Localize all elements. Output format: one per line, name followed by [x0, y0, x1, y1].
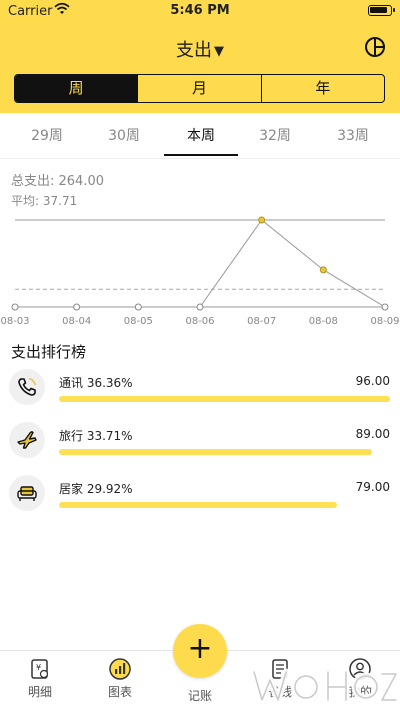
- x-tick-label: 08-08: [309, 316, 338, 327]
- tab-details-label: 明细: [27, 685, 52, 699]
- ranking-item-amount: 79.00: [355, 480, 390, 494]
- chart-panel: 总支出: 264.00 平均: 37.71 08-03 08-04 08-05 08-…: [0, 159, 400, 331]
- tab-week-32[interactable]: 32周: [238, 125, 312, 145]
- add-record-button[interactable]: +: [173, 624, 227, 678]
- page-title[interactable]: 支出 ▼: [0, 36, 400, 62]
- segment-week[interactable]: 周: [15, 75, 139, 102]
- chevron-down-icon: ▼: [214, 44, 224, 59]
- sofa-icon: [9, 475, 45, 511]
- period-segmented-control: 周 月 年: [14, 74, 385, 103]
- data-point: [11, 303, 19, 311]
- plus-icon: +: [187, 631, 213, 666]
- x-tick-label: 08-03: [0, 316, 29, 327]
- svg-text:¥: ¥: [36, 663, 41, 672]
- week-tabs: 29周 30周 本周 32周 33周: [0, 113, 400, 159]
- ranking-item-label: 居家 29.92%: [59, 482, 133, 496]
- ranking-item[interactable]: 旅行 33.71% 89.00: [0, 422, 400, 468]
- ranking-item-bar: [59, 396, 390, 402]
- x-tick-label: 08-05: [124, 316, 153, 327]
- ranking-title: 支出排行榜: [11, 343, 87, 361]
- x-tick-label: 08-06: [185, 316, 214, 327]
- phone-icon: [9, 369, 45, 405]
- ranking-panel: 支出排行榜 通讯 36.36% 96.00 旅行 33.71% 89.00 居家…: [0, 331, 400, 650]
- ranking-item-label: 通讯 36.36%: [59, 376, 133, 390]
- ranking-item-bar: [59, 449, 372, 455]
- expense-line-chart: 08-03 08-04 08-05 08-06 08-07 08-08 08-09: [0, 216, 400, 327]
- data-point: [319, 266, 327, 274]
- data-point: [134, 303, 142, 311]
- ranking-item-amount: 89.00: [355, 427, 390, 441]
- tab-details[interactable]: ¥ 明细: [10, 657, 70, 700]
- x-tick-label: 08-04: [62, 316, 91, 327]
- tab-week-30[interactable]: 30周: [87, 125, 161, 145]
- active-tab-indicator: [164, 154, 238, 156]
- segment-month[interactable]: 月: [138, 75, 262, 102]
- series-line: [15, 219, 386, 308]
- clock: 5:46 PM: [170, 3, 230, 18]
- ranking-item[interactable]: 通讯 36.36% 96.00: [0, 369, 400, 415]
- chart-icon: [109, 658, 131, 680]
- data-point: [196, 303, 204, 311]
- tab-record-label: 记账: [187, 689, 212, 703]
- data-point: [381, 303, 389, 311]
- tab-this-week[interactable]: 本周: [164, 125, 238, 145]
- x-tick-label: 08-09: [370, 316, 399, 327]
- data-point: [73, 303, 81, 311]
- tab-charts[interactable]: 图表: [90, 657, 150, 700]
- ranking-item[interactable]: 居家 29.92% 79.00: [0, 475, 400, 521]
- page-title-label: 支出: [176, 40, 212, 61]
- top-header: Carrier 5:46 PM 支出 ▼ 周 月 年: [0, 0, 400, 113]
- x-tick-label: 08-07: [247, 316, 276, 327]
- tab-charts-label: 图表: [107, 685, 132, 699]
- battery-icon: [368, 5, 395, 16]
- tab-week-33[interactable]: 33周: [316, 125, 390, 145]
- watermark-logo: [250, 668, 398, 704]
- ranking-item-bar: [59, 502, 337, 508]
- data-point: [258, 216, 266, 224]
- airplane-icon: [9, 422, 45, 458]
- tab-week-29[interactable]: 29周: [10, 125, 84, 145]
- ranking-item-label: 旅行 33.71%: [59, 429, 133, 443]
- ledger-icon: ¥: [31, 659, 49, 679]
- pie-chart-icon[interactable]: [364, 36, 386, 58]
- ranking-item-amount: 96.00: [355, 374, 390, 388]
- segment-year[interactable]: 年: [262, 75, 384, 102]
- status-bar: Carrier 5:46 PM: [0, 0, 400, 22]
